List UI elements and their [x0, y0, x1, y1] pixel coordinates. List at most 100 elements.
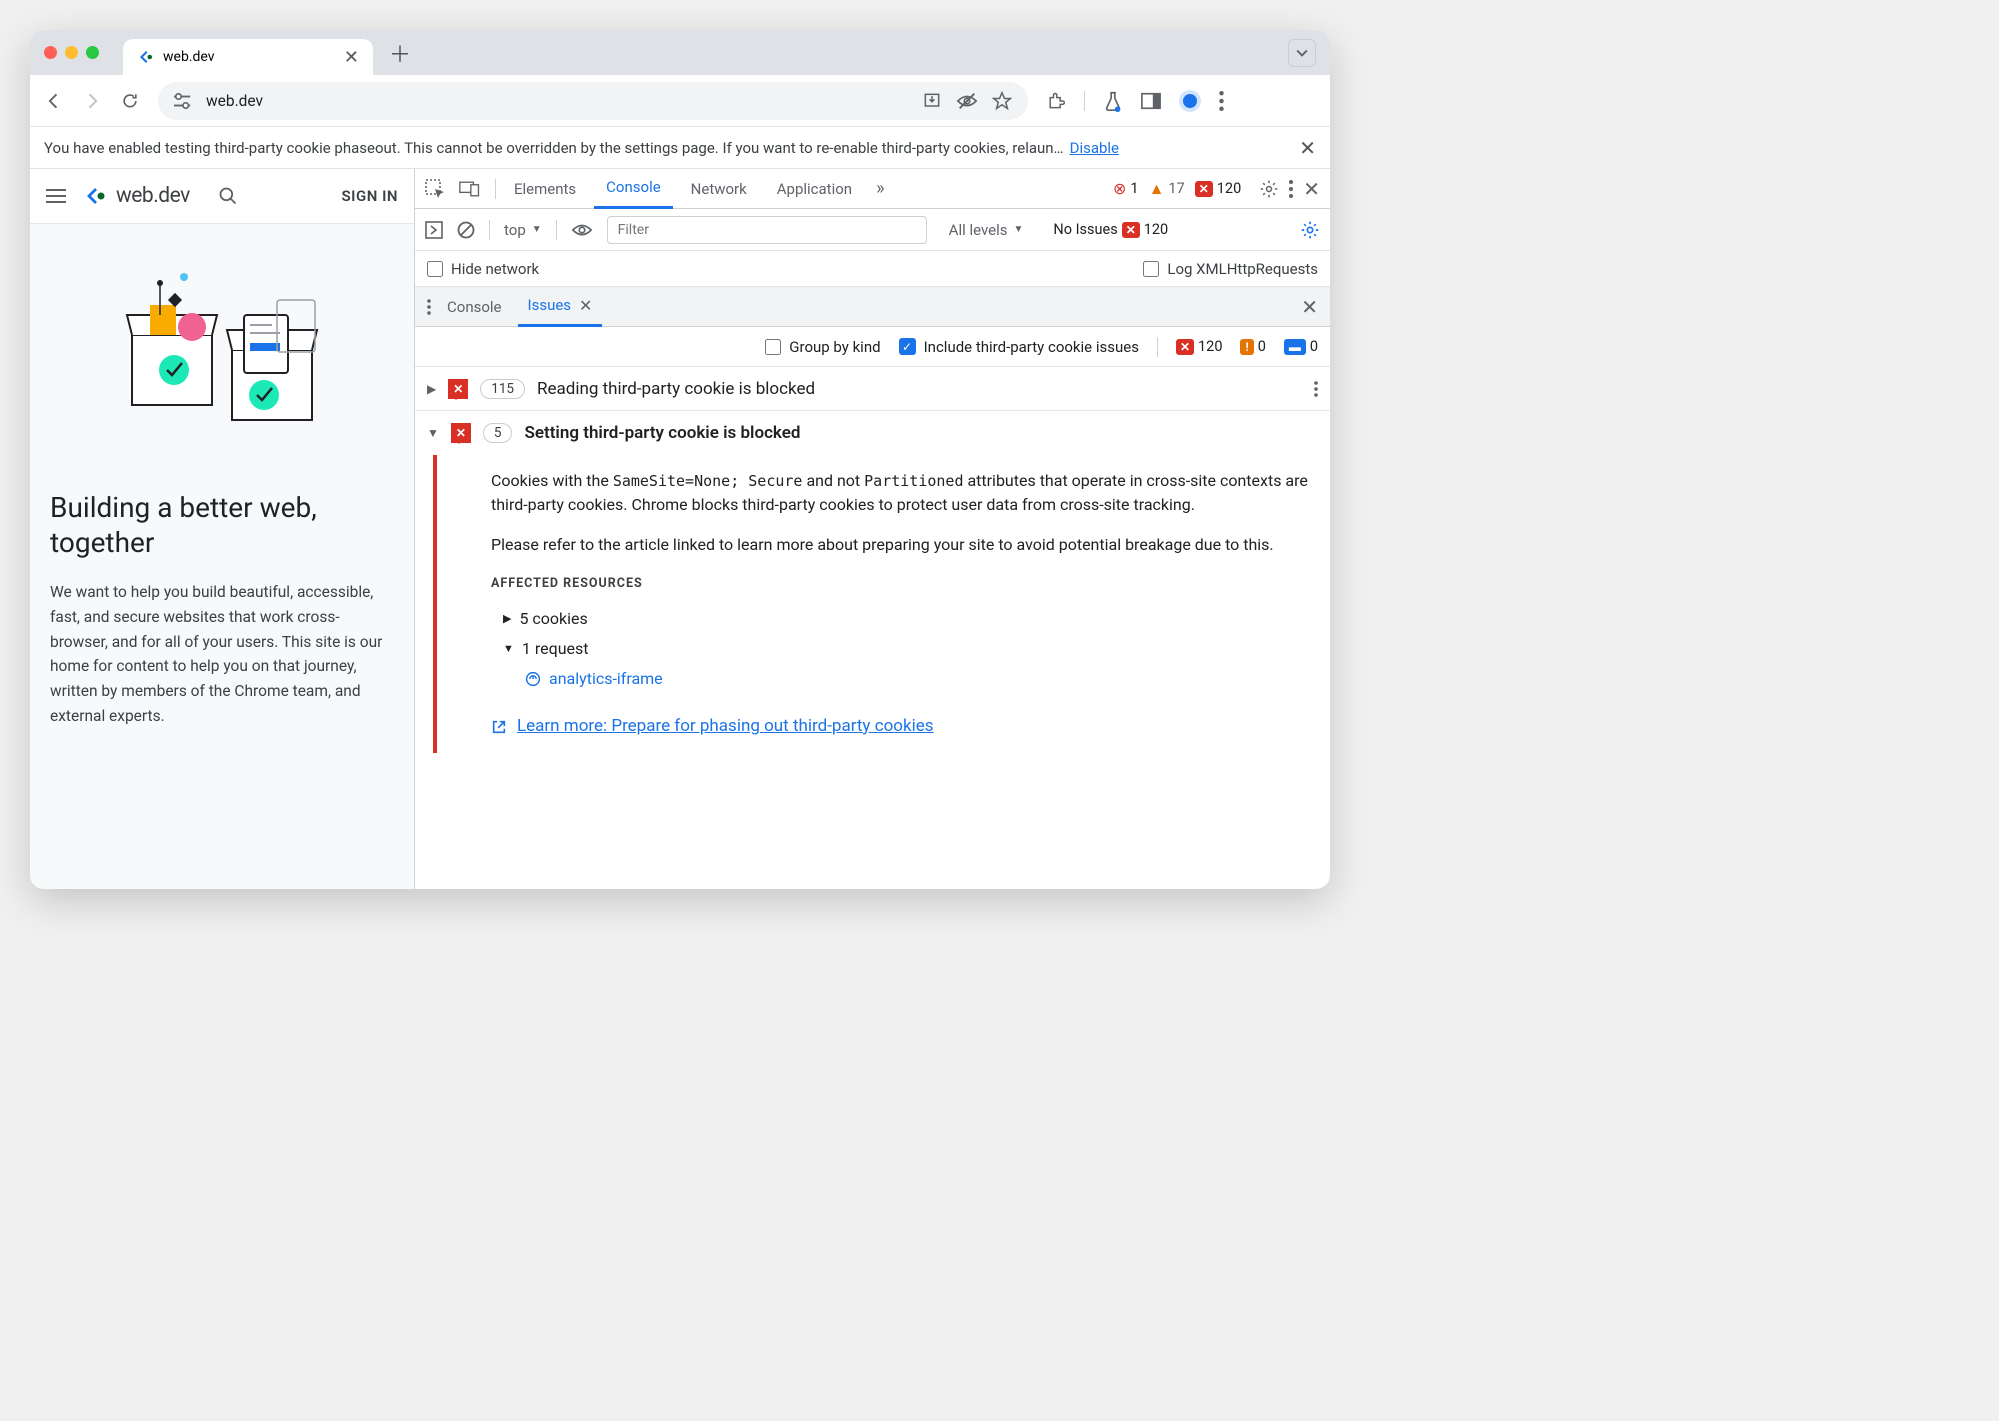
collapse-icon[interactable]: ▼	[427, 426, 439, 440]
issue-title: Setting third-party cookie is blocked	[524, 423, 800, 443]
external-link-icon	[491, 719, 507, 735]
infobar-close-icon[interactable]: ✕	[1299, 136, 1316, 160]
reload-button[interactable]	[120, 91, 140, 111]
webdev-logo-icon	[84, 184, 108, 208]
browser-tab[interactable]: web.dev ✕	[123, 39, 373, 75]
live-expression-icon[interactable]	[571, 222, 593, 238]
install-icon[interactable]	[922, 91, 942, 111]
clear-console-icon[interactable]	[457, 221, 475, 239]
new-tab-button[interactable]: ＋	[389, 37, 411, 69]
devtools-close-icon[interactable]: ✕	[1303, 177, 1320, 201]
infobar: You have enabled testing third-party coo…	[30, 127, 1330, 169]
site-logo[interactable]: web.dev	[84, 184, 190, 208]
tab-overflow-button[interactable]	[1288, 39, 1316, 67]
tab-application[interactable]: Application	[765, 169, 864, 209]
log-xhr-checkbox[interactable]: Log XMLHttpRequests	[1143, 260, 1318, 278]
error-count[interactable]: 1	[1130, 180, 1138, 197]
titlebar: web.dev ✕ ＋	[30, 30, 1330, 75]
sign-in-button[interactable]: SIGN IN	[342, 187, 398, 205]
expand-icon[interactable]: ▶	[427, 382, 436, 396]
close-drawer-tab-icon: ✕	[579, 296, 592, 315]
bookmark-star-icon[interactable]	[992, 91, 1012, 111]
hide-network-checkbox[interactable]: Hide network	[427, 260, 539, 278]
console-toolbar: top ▼ All levels ▼ No Issues ✕120	[415, 209, 1330, 251]
drawer-menu-icon[interactable]	[427, 299, 431, 315]
issue-paragraph: Cookies with the SameSite=None; Secure a…	[491, 469, 1312, 517]
context-selector[interactable]: top ▼	[504, 221, 542, 239]
issue-error-icon: ✕	[448, 379, 468, 399]
side-panel-icon[interactable]	[1141, 92, 1161, 110]
chevron-down-icon	[1296, 47, 1308, 59]
devtools-tabbar: Elements Console Network Application » ⊗…	[415, 169, 1330, 209]
toggle-sidebar-icon[interactable]	[425, 221, 443, 239]
devtools-panel: Elements Console Network Application » ⊗…	[415, 169, 1330, 889]
favicon-icon	[137, 48, 155, 66]
issue-row-reading[interactable]: ▶ ✕ 115 Reading third-party cookie is bl…	[415, 367, 1330, 411]
drawer-tab-issues[interactable]: Issues ✕	[518, 287, 603, 327]
issue-menu-icon[interactable]	[1314, 381, 1318, 397]
request-icon	[525, 671, 541, 687]
eye-off-icon[interactable]	[956, 91, 978, 111]
labs-icon[interactable]	[1103, 90, 1123, 112]
page-heading: Building a better web, together	[50, 490, 394, 560]
issues-toolbar: Group by kind ✓Include third-party cooki…	[415, 327, 1330, 367]
browser-window: web.dev ✕ ＋ web.dev	[30, 30, 1330, 889]
close-window[interactable]	[44, 46, 57, 59]
group-by-kind-checkbox[interactable]: Group by kind	[765, 338, 880, 356]
devtools-kebab-icon[interactable]	[1289, 180, 1293, 198]
kebab-menu-icon[interactable]	[1219, 91, 1224, 111]
drawer-close-icon[interactable]: ✕	[1301, 295, 1318, 319]
include-third-party-checkbox[interactable]: ✓Include third-party cookie issues	[899, 338, 1139, 356]
device-toggle-icon[interactable]	[459, 180, 481, 198]
hero-illustration	[50, 250, 394, 450]
url-text: web.dev	[206, 92, 263, 110]
maximize-window[interactable]	[86, 46, 99, 59]
tab-overflow-icon[interactable]: »	[870, 178, 890, 199]
hamburger-icon[interactable]	[46, 189, 66, 204]
settings-gear-icon[interactable]	[1259, 179, 1279, 199]
console-settings-row: Hide network Log XMLHttpRequests	[415, 251, 1330, 287]
profile-avatar[interactable]	[1179, 90, 1201, 112]
back-button[interactable]	[44, 91, 64, 111]
warning-count[interactable]: 17	[1168, 180, 1184, 197]
tab-network[interactable]: Network	[679, 169, 759, 209]
tab-console[interactable]: Console	[594, 169, 673, 209]
forward-button[interactable]	[82, 91, 102, 111]
infobar-text: You have enabled testing third-party coo…	[44, 139, 1064, 157]
console-settings-icon[interactable]	[1300, 220, 1320, 240]
tab-elements[interactable]: Elements	[502, 169, 588, 209]
affected-requests[interactable]: ▼1 request	[491, 634, 1312, 664]
learn-more-link[interactable]: Learn more: Prepare for phasing out thir…	[491, 714, 1312, 740]
omnibox[interactable]: web.dev	[158, 82, 1028, 120]
infobar-disable-link[interactable]: Disable	[1070, 139, 1119, 157]
close-tab-icon[interactable]: ✕	[344, 47, 359, 68]
issue-title: Reading third-party cookie is blocked	[537, 379, 815, 399]
drawer-tab-console[interactable]: Console	[437, 287, 512, 327]
extensions-icon[interactable]	[1046, 91, 1066, 111]
filter-input[interactable]	[607, 216, 927, 244]
issue-row-setting[interactable]: ▼ ✕ 5 Setting third-party cookie is bloc…	[415, 411, 1330, 455]
drawer-tabbar: Console Issues ✕ ✕	[415, 287, 1330, 327]
issue-count: 115	[480, 379, 525, 399]
page-description: We want to help you build beautiful, acc…	[50, 580, 394, 729]
issue-detail: Cookies with the SameSite=None; Secure a…	[433, 455, 1330, 753]
log-levels-selector[interactable]: All levels ▼	[949, 221, 1024, 239]
issue-paragraph: Please refer to the article linked to le…	[491, 533, 1312, 557]
tab-title: web.dev	[163, 49, 215, 65]
blocked-count[interactable]: 120	[1217, 180, 1241, 197]
affected-request-link[interactable]: analytics-iframe	[491, 664, 1312, 694]
site-settings-icon[interactable]	[174, 93, 192, 109]
minimize-window[interactable]	[65, 46, 78, 59]
page-viewport: web.dev SIGN IN	[30, 169, 415, 889]
window-controls	[44, 46, 99, 59]
hero-section: Building a better web, together We want …	[30, 224, 414, 889]
no-issues-indicator[interactable]: No Issues ✕120	[1053, 221, 1168, 238]
site-header: web.dev SIGN IN	[30, 169, 414, 224]
toolbar: web.dev	[30, 75, 1330, 127]
affected-cookies[interactable]: ▶5 cookies	[491, 604, 1312, 634]
inspect-icon[interactable]	[425, 179, 445, 199]
issue-error-icon: ✕	[451, 423, 471, 443]
toolbar-right	[1046, 90, 1224, 112]
separator	[1084, 91, 1085, 111]
search-icon[interactable]	[218, 186, 238, 206]
